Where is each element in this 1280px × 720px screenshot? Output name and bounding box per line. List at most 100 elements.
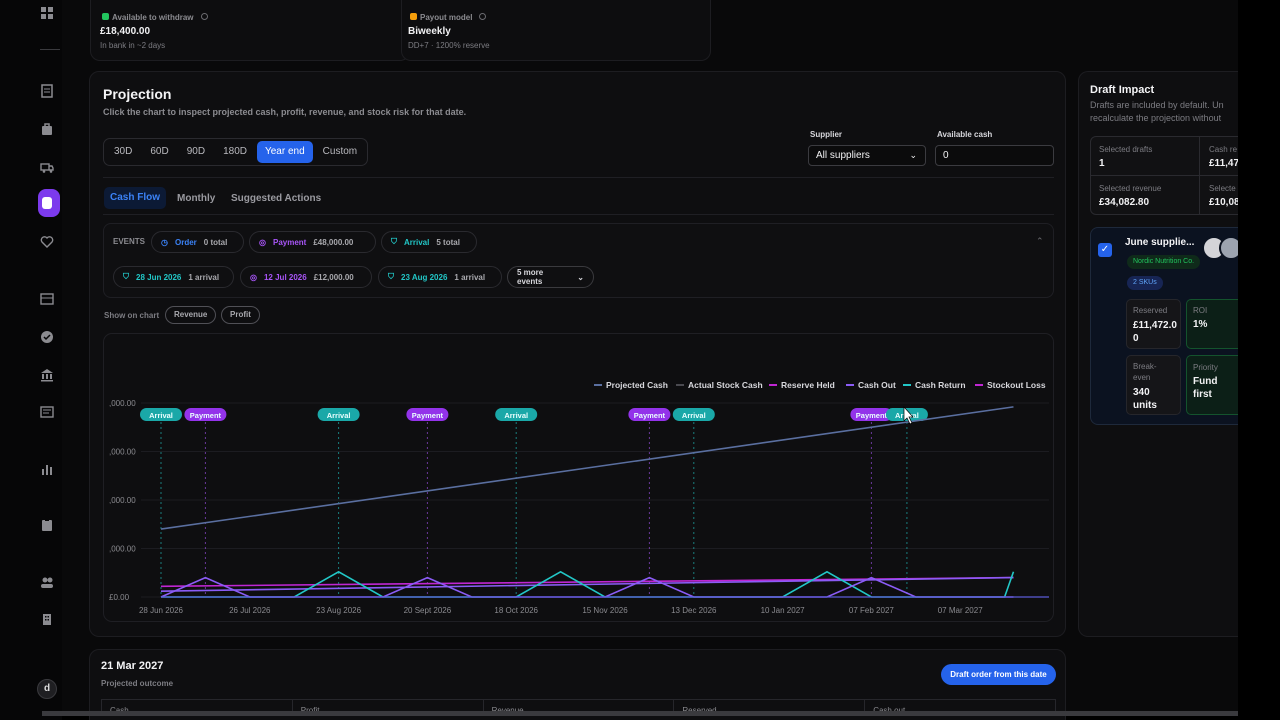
more-events-button[interactable]: 5 more events ⌄ — [507, 266, 594, 288]
y-tick-label: ,000.00 — [109, 399, 136, 408]
event-filter-order[interactable]: ◷ Order 0 total — [151, 231, 244, 253]
check-circle-icon[interactable] — [40, 330, 54, 344]
projection-chart[interactable]: ,000.00 ,000.00 ,000.00 ,000.00 £0.00 28 Jun … — [103, 333, 1054, 622]
order-icon: ◷ — [161, 237, 168, 247]
stat-label: Selecte — [1209, 184, 1236, 193]
stat-selected-cost: Selecte £10,08 — [1199, 175, 1240, 215]
range-year-end[interactable]: Year end — [256, 141, 313, 163]
range-180d[interactable]: 180D — [215, 141, 255, 163]
projection-title: Projection — [103, 86, 172, 102]
stat-value: £11,47 — [1209, 158, 1240, 169]
chevron-down-icon: ⌄ — [909, 150, 917, 160]
range-90d[interactable]: 90D — [179, 141, 213, 163]
shield-icon: ⛉ — [391, 237, 397, 246]
toggle-profit[interactable]: Profit — [221, 306, 260, 324]
stat-label: ROI — [1193, 306, 1208, 315]
series-line — [160, 406, 1014, 530]
reserved-stat: Reserved £11,472.00 — [1126, 299, 1181, 349]
event-marker-label: Arrival — [504, 411, 528, 420]
heart-pulse-icon[interactable] — [40, 235, 54, 249]
tab-cash-flow[interactable]: Cash Flow — [104, 187, 166, 209]
available-cash-input[interactable]: 0 — [935, 145, 1054, 166]
y-tick-label: ,000.00 — [109, 545, 136, 554]
reports-icon[interactable] — [40, 84, 54, 98]
event-date-pill[interactable]: ⛉ 28 Jun 2026 1 arrival — [113, 266, 234, 288]
x-tick-label: 13 Dec 2026 — [671, 606, 717, 615]
event-count: 5 total — [436, 237, 460, 247]
event-filter-payment[interactable]: ◎ Payment £48,000.00 — [249, 231, 376, 253]
payout-label: Payout model — [420, 13, 473, 22]
event-date: 12 Jul 2026 — [263, 272, 307, 282]
draft-order-button[interactable]: Draft order from this date — [941, 664, 1056, 685]
inbox-icon[interactable] — [40, 292, 54, 306]
shield-icon: ⛉ — [388, 272, 394, 281]
tab-suggested-actions[interactable]: Suggested Actions — [231, 193, 321, 204]
horizontal-scrollbar[interactable] — [42, 711, 1238, 716]
roi-stat: ROI 1% — [1186, 299, 1239, 349]
detail-subtitle: Projected outcome — [101, 679, 174, 688]
newspaper-icon[interactable] — [40, 405, 54, 419]
stat-cash-reserved: Cash re £11,47 — [1199, 136, 1239, 176]
event-detail: 1 arrival — [454, 272, 486, 282]
available-label: Available to withdraw — [112, 13, 194, 22]
chart-svg[interactable]: ,000.00 ,000.00 ,000.00 ,000.00 £0.00 28 Jun … — [104, 334, 1054, 622]
range-60d[interactable]: 60D — [142, 141, 176, 163]
stat-label: Selected revenue — [1099, 184, 1162, 193]
draft-checkbox[interactable]: ✓ — [1098, 243, 1112, 257]
tab-monthly[interactable]: Monthly — [177, 193, 215, 204]
event-name: Order — [174, 237, 197, 247]
event-marker-label: Payment — [634, 411, 666, 420]
x-tick-label: 26 Jul 2026 — [229, 606, 271, 615]
event-count: 0 total — [203, 237, 228, 247]
event-date-pill[interactable]: ⛉ 23 Aug 2026 1 arrival — [378, 266, 502, 288]
bar-chart-icon[interactable] — [40, 462, 54, 476]
truck-icon[interactable] — [40, 160, 54, 174]
supplier-tag: Nordic Nutrition Co. — [1127, 255, 1201, 269]
projection-nav-active-icon[interactable] — [38, 189, 60, 217]
x-tick-label: 15 Nov 2026 — [582, 606, 628, 615]
event-marker-label: Payment — [190, 411, 222, 420]
sku-count-tag: 2 SKUs — [1127, 276, 1163, 290]
event-count: £48,000.00 — [313, 237, 354, 247]
building-icon[interactable] — [40, 612, 54, 626]
event-marker-label: Payment — [856, 411, 888, 420]
info-icon[interactable] — [201, 13, 208, 20]
y-tick-label: ,000.00 — [109, 496, 136, 505]
shield-icon: ⛉ — [123, 272, 129, 281]
event-name: Arrival — [404, 237, 430, 247]
bag-icon[interactable] — [40, 122, 54, 136]
x-tick-label: 10 Jan 2027 — [761, 606, 806, 615]
payout-value: Biweekly — [408, 26, 451, 37]
supplier-select[interactable]: All suppliers ⌄ — [808, 145, 926, 166]
event-date: 23 Aug 2026 — [401, 272, 448, 282]
stat-value: £10,08 — [1209, 197, 1240, 208]
collapse-chevron-icon[interactable]: ⌃ — [1036, 236, 1044, 247]
event-name: Payment — [272, 237, 307, 247]
range-custom[interactable]: Custom — [315, 141, 365, 163]
range-30d[interactable]: 30D — [106, 141, 140, 163]
stat-label: Selected drafts — [1099, 145, 1153, 154]
x-tick-label: 28 Jun 2026 — [139, 606, 184, 615]
event-date-pill[interactable]: ◎ 12 Jul 2026 £12,000.00 — [240, 266, 372, 288]
toggle-revenue[interactable]: Revenue — [165, 306, 217, 324]
payment-icon: ◎ — [259, 237, 266, 247]
users-icon[interactable] — [40, 575, 54, 589]
event-date: 28 Jun 2026 — [136, 272, 182, 282]
stat-label: Priority — [1193, 363, 1218, 372]
bank-icon[interactable] — [40, 368, 54, 382]
events-label: EVENTS — [113, 237, 146, 246]
draft-impact-desc: recalculate the projection without — [1090, 113, 1222, 123]
user-avatar[interactable]: d — [37, 679, 57, 699]
divider — [103, 177, 1054, 178]
payment-icon: ◎ — [250, 272, 257, 282]
event-filter-arrival[interactable]: ⛉ Arrival 5 total — [381, 231, 477, 253]
dashboard-icon[interactable] — [40, 6, 54, 20]
breakeven-stat: Break-even 340 units — [1126, 355, 1181, 415]
info-icon[interactable] — [479, 13, 486, 20]
event-marker-label: Arrival — [149, 411, 173, 420]
y-tick-label: ,000.00 — [109, 448, 136, 457]
stat-value: £11,472.00 — [1133, 320, 1177, 344]
clipboard-icon[interactable] — [40, 518, 54, 532]
stat-selected-drafts: Selected drafts 1 — [1090, 136, 1200, 176]
supplier-label: Supplier — [810, 130, 843, 139]
